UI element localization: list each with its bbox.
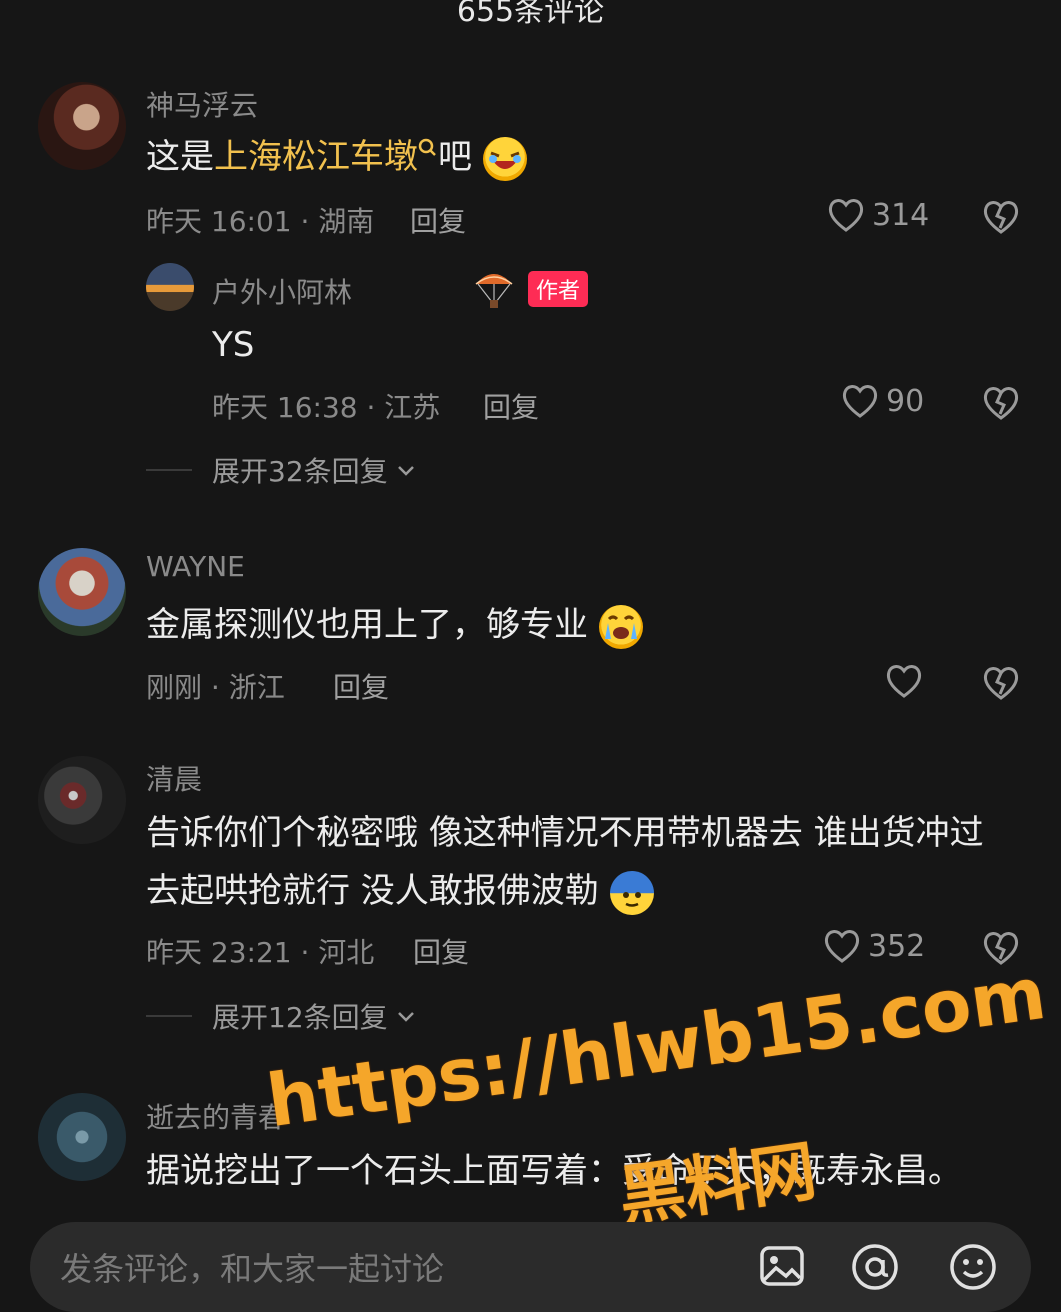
reply-button[interactable]: 回复 bbox=[483, 386, 539, 426]
reply-meta: 昨天 16:38 · 江苏 bbox=[212, 391, 441, 424]
comment-username[interactable]: 神马浮云 bbox=[146, 84, 258, 124]
comment-text: 据说挖出了一个石头上面写着：受命于天，既寿永昌。 bbox=[146, 1151, 962, 1191]
expand-replies-button[interactable]: 展开12条回复 bbox=[146, 996, 418, 1036]
crying-emoji-icon bbox=[598, 604, 643, 649]
like-count: 352 bbox=[868, 928, 926, 964]
comment-meta: 昨天 23:21 · 河北 bbox=[146, 936, 375, 969]
comment-count-title: 655条评论 bbox=[456, 0, 605, 29]
comment-username[interactable]: 清晨 bbox=[146, 758, 202, 798]
comment-username[interactable]: 逝去的青春 bbox=[146, 1096, 286, 1136]
heart-icon bbox=[828, 199, 864, 232]
watermark-url: https://hlwb15.com bbox=[262, 950, 1051, 1144]
comment-meta: 昨天 16:01 · 湖南 bbox=[146, 205, 375, 238]
expand-replies-label: 展开32条回复 bbox=[212, 455, 388, 488]
reply-button[interactable]: 回复 bbox=[410, 200, 466, 240]
avatar[interactable] bbox=[38, 1093, 126, 1181]
avatar[interactable] bbox=[38, 756, 126, 844]
heart-icon bbox=[824, 930, 860, 963]
search-keyword-link[interactable]: 上海松江车墩 bbox=[214, 137, 418, 177]
divider bbox=[146, 469, 192, 471]
comment-text-line: 去起哄抢就行 没人敢报佛波勒 bbox=[146, 862, 1026, 920]
like-button[interactable]: 352 bbox=[822, 927, 925, 965]
emoji-icon[interactable] bbox=[948, 1242, 998, 1292]
chevron-down-icon bbox=[397, 466, 414, 476]
laughing-emoji-icon bbox=[482, 136, 527, 181]
comment-meta: 刚刚 · 浙江 bbox=[146, 671, 285, 704]
avatar[interactable] bbox=[38, 548, 126, 636]
like-button[interactable] bbox=[884, 662, 930, 700]
comment-text-line: 告诉你们个秘密哦 像这种情况不用带机器去 谁出货冲过 bbox=[146, 813, 984, 853]
search-icon[interactable] bbox=[418, 138, 438, 162]
broken-heart-icon[interactable] bbox=[981, 384, 1021, 422]
parachute-icon bbox=[475, 274, 513, 308]
like-count: 314 bbox=[872, 197, 930, 233]
like-button[interactable]: 90 bbox=[840, 382, 924, 420]
at-icon[interactable] bbox=[850, 1242, 900, 1292]
like-count: 90 bbox=[886, 383, 925, 419]
comment-text-after: 吧 bbox=[438, 137, 472, 177]
broken-heart-icon[interactable] bbox=[981, 664, 1021, 702]
reply-button[interactable]: 回复 bbox=[413, 931, 469, 971]
comment-text: 金属探测仪也用上了，够专业 bbox=[146, 596, 643, 654]
comment-text-content: 金属探测仪也用上了，够专业 bbox=[146, 605, 588, 645]
comment-username[interactable]: WAYNE bbox=[146, 550, 245, 583]
comment-input-placeholder[interactable]: 发条评论，和大家一起讨论 bbox=[60, 1244, 444, 1290]
expand-replies-label: 展开12条回复 bbox=[212, 1001, 388, 1034]
avatar[interactable] bbox=[38, 82, 126, 170]
comment-text: 告诉你们个秘密哦 像这种情况不用带机器去 谁出货冲过 去起哄抢就行 没人敢报佛波… bbox=[146, 804, 1026, 920]
comment-text-before: 这是 bbox=[146, 137, 214, 177]
comment-text: 这是上海松江车墩吧 bbox=[146, 128, 527, 186]
heart-icon bbox=[886, 665, 922, 698]
avatar[interactable] bbox=[146, 263, 194, 311]
author-tag: 作者 bbox=[528, 271, 589, 307]
comment-input-bar[interactable]: 发条评论，和大家一起讨论 bbox=[30, 1222, 1031, 1312]
reply-username[interactable]: 户外小阿林 bbox=[212, 271, 352, 311]
heart-icon bbox=[842, 385, 878, 418]
sweat-emoji-icon bbox=[609, 870, 654, 915]
image-icon[interactable] bbox=[758, 1242, 806, 1290]
expand-replies-button[interactable]: 展开32条回复 bbox=[146, 450, 418, 490]
comment-text-content: 去起哄抢就行 没人敢报佛波勒 bbox=[146, 871, 599, 911]
reply-button[interactable]: 回复 bbox=[333, 666, 389, 706]
reply-text: YS bbox=[212, 325, 255, 365]
chevron-down-icon bbox=[397, 1012, 414, 1022]
broken-heart-icon[interactable] bbox=[981, 198, 1021, 236]
divider bbox=[146, 1015, 192, 1017]
like-button[interactable]: 314 bbox=[826, 196, 929, 234]
